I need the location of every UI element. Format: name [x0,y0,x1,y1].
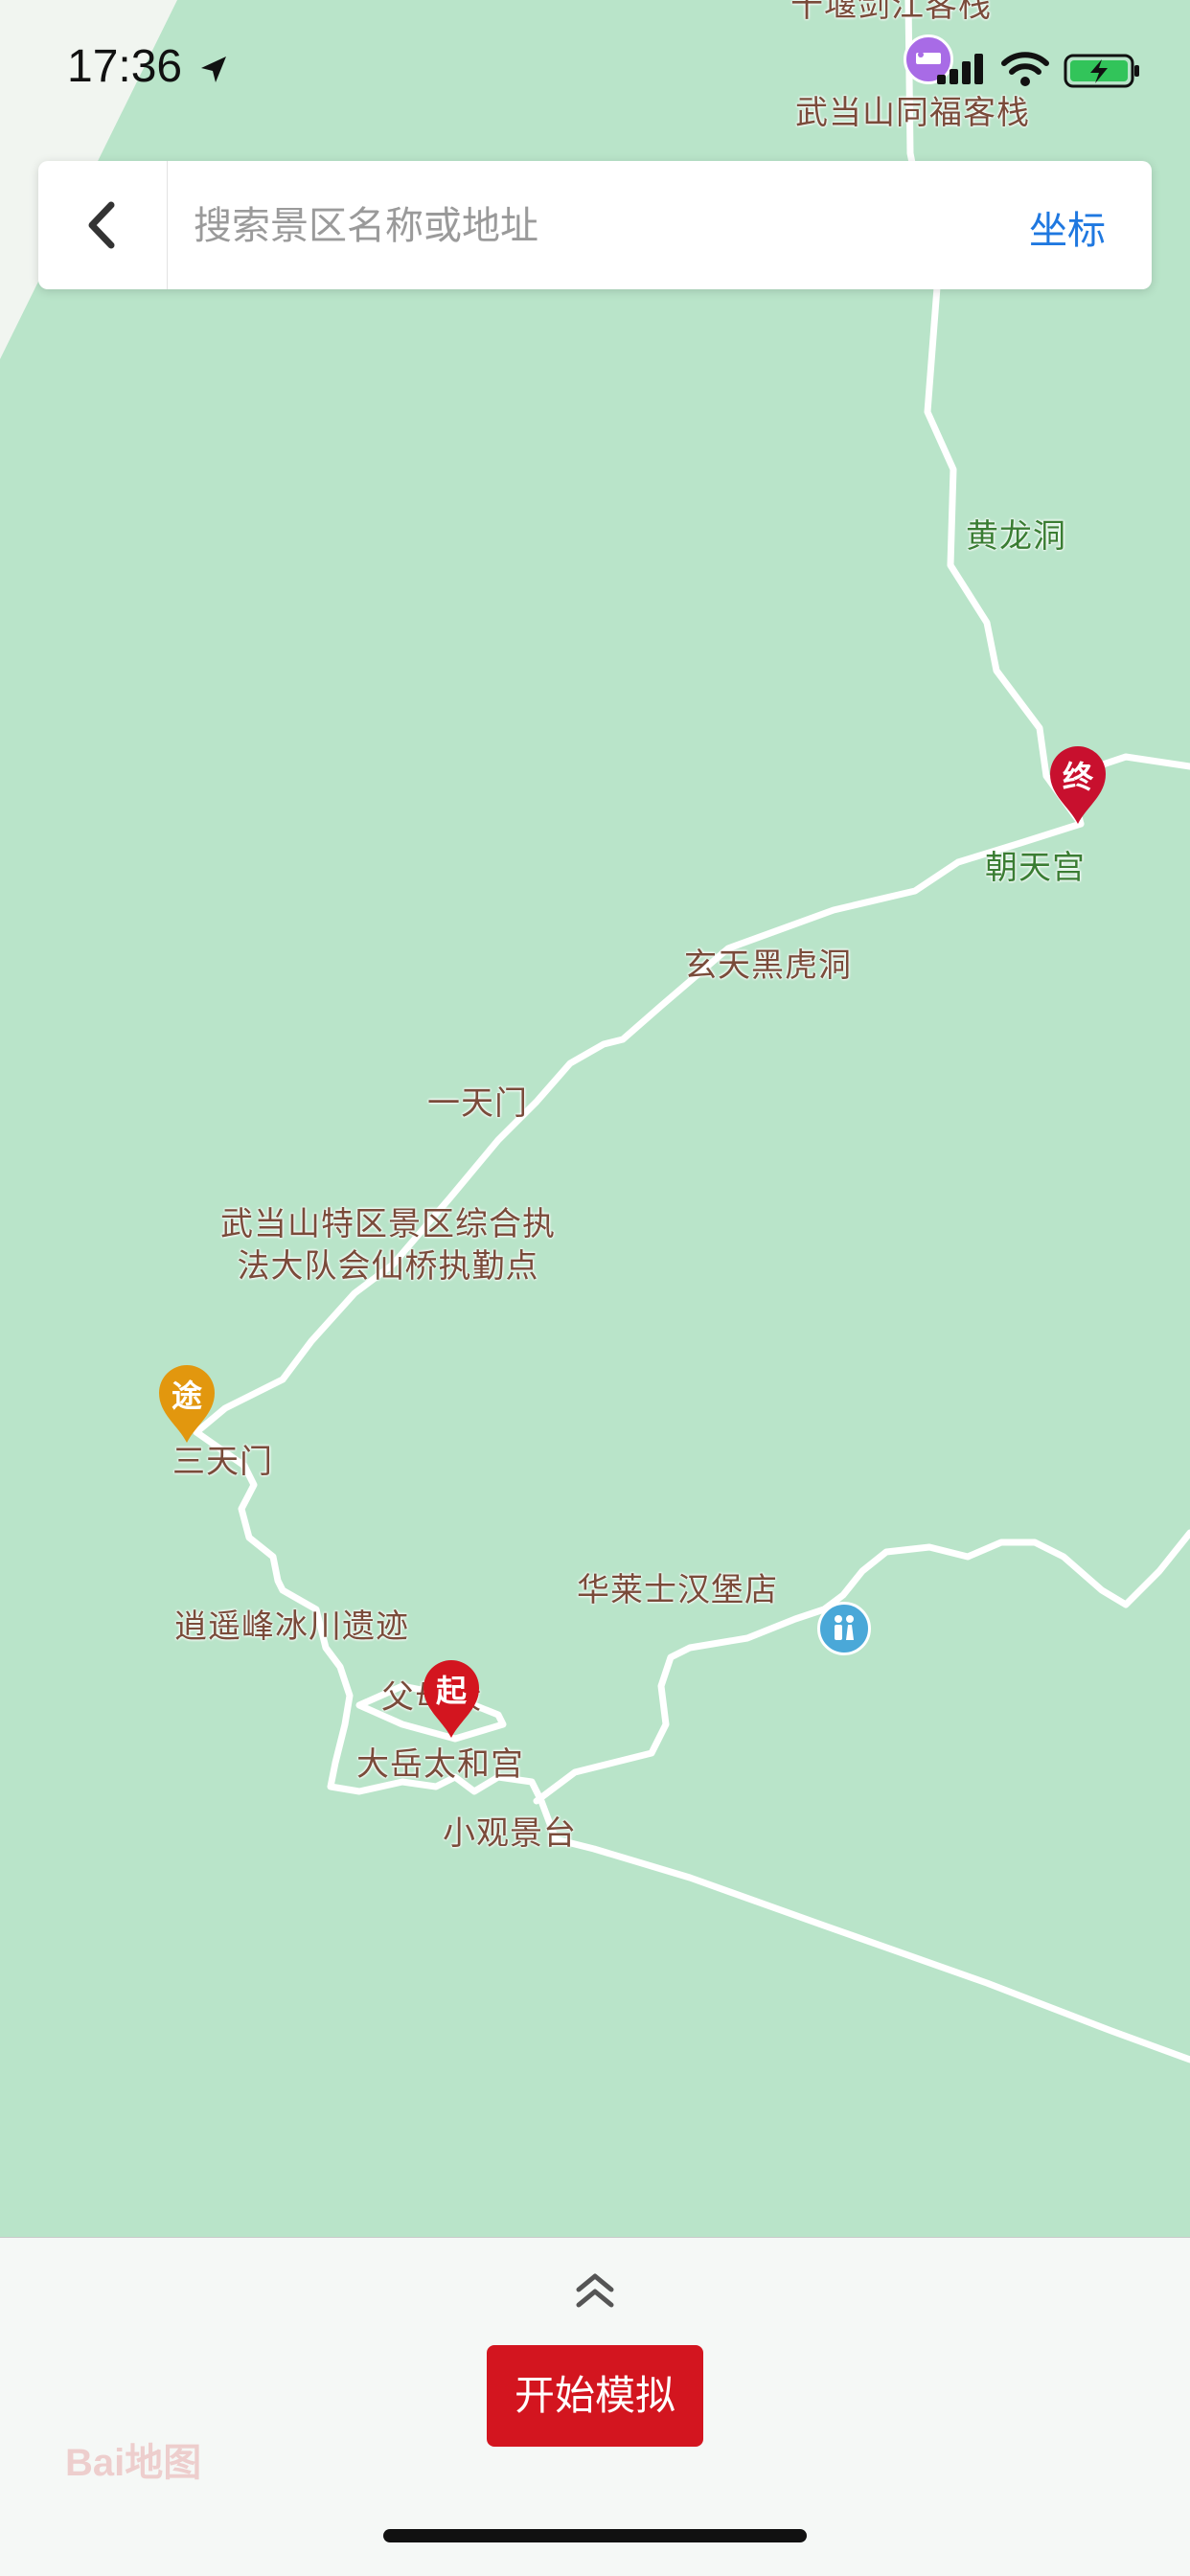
home-indicator[interactable] [383,2529,807,2542]
map-roads [0,0,1190,2237]
end-marker-label: 终 [1062,759,1093,795]
search-bar: 坐标 [38,161,1152,291]
start-marker-label: 起 [435,1673,467,1709]
cellular-signal-icon [937,54,983,84]
map-label-xiaoyaofeng: 逍遥峰冰川遗迹 [174,1607,409,1646]
restroom-icon[interactable] [817,1602,871,1655]
waypoint-marker[interactable]: 途 [157,1362,217,1445]
start-marker[interactable]: 起 [422,1657,481,1740]
map-label-taihe-palace: 大岳太和宫 [356,1745,524,1784]
search-input[interactable] [192,161,962,291]
status-bar: 17:36 [0,0,1190,134]
expand-panel-button[interactable] [565,2267,625,2314]
coordinate-button[interactable]: 坐标 [1029,199,1106,255]
back-button[interactable] [38,161,168,289]
map-label-xuantian-cave: 玄天黑虎洞 [684,946,852,985]
map-label-wallace: 华莱士汉堡店 [577,1571,778,1609]
start-simulation-button[interactable]: 开始模拟 [487,2345,703,2447]
location-arrow-icon [201,57,226,82]
map-label-huanglong-cave: 黄龙洞 [966,517,1066,556]
wifi-icon [1001,52,1049,86]
map-label-yitianmen: 一天门 [427,1084,528,1123]
map-label-chaotian-palace: 朝天宫 [985,849,1086,887]
map-label-xiaoguan: 小观景台 [443,1814,577,1853]
battery-charging-icon [1064,54,1139,88]
bottom-panel: 开始模拟 Bai地图 [0,2237,1190,2576]
waypoint-marker-label: 途 [171,1378,202,1414]
map-label-enforcement-point: 武当山特区景区综合执 法大队会仙桥执勤点 [220,1205,556,1286]
double-chevron-up-icon [576,2273,614,2308]
back-chevron-icon [88,201,115,249]
end-marker[interactable]: 终 [1048,743,1108,826]
status-time: 17:36 [67,41,183,92]
baidu-map-logo: Bai地图 [65,2442,202,2484]
map-view[interactable]: 十堰剑江客栈 武当山同福客栈 黄龙洞 朝天宫 玄天黑虎洞 一天门 武当山特区景区… [0,0,1190,2237]
